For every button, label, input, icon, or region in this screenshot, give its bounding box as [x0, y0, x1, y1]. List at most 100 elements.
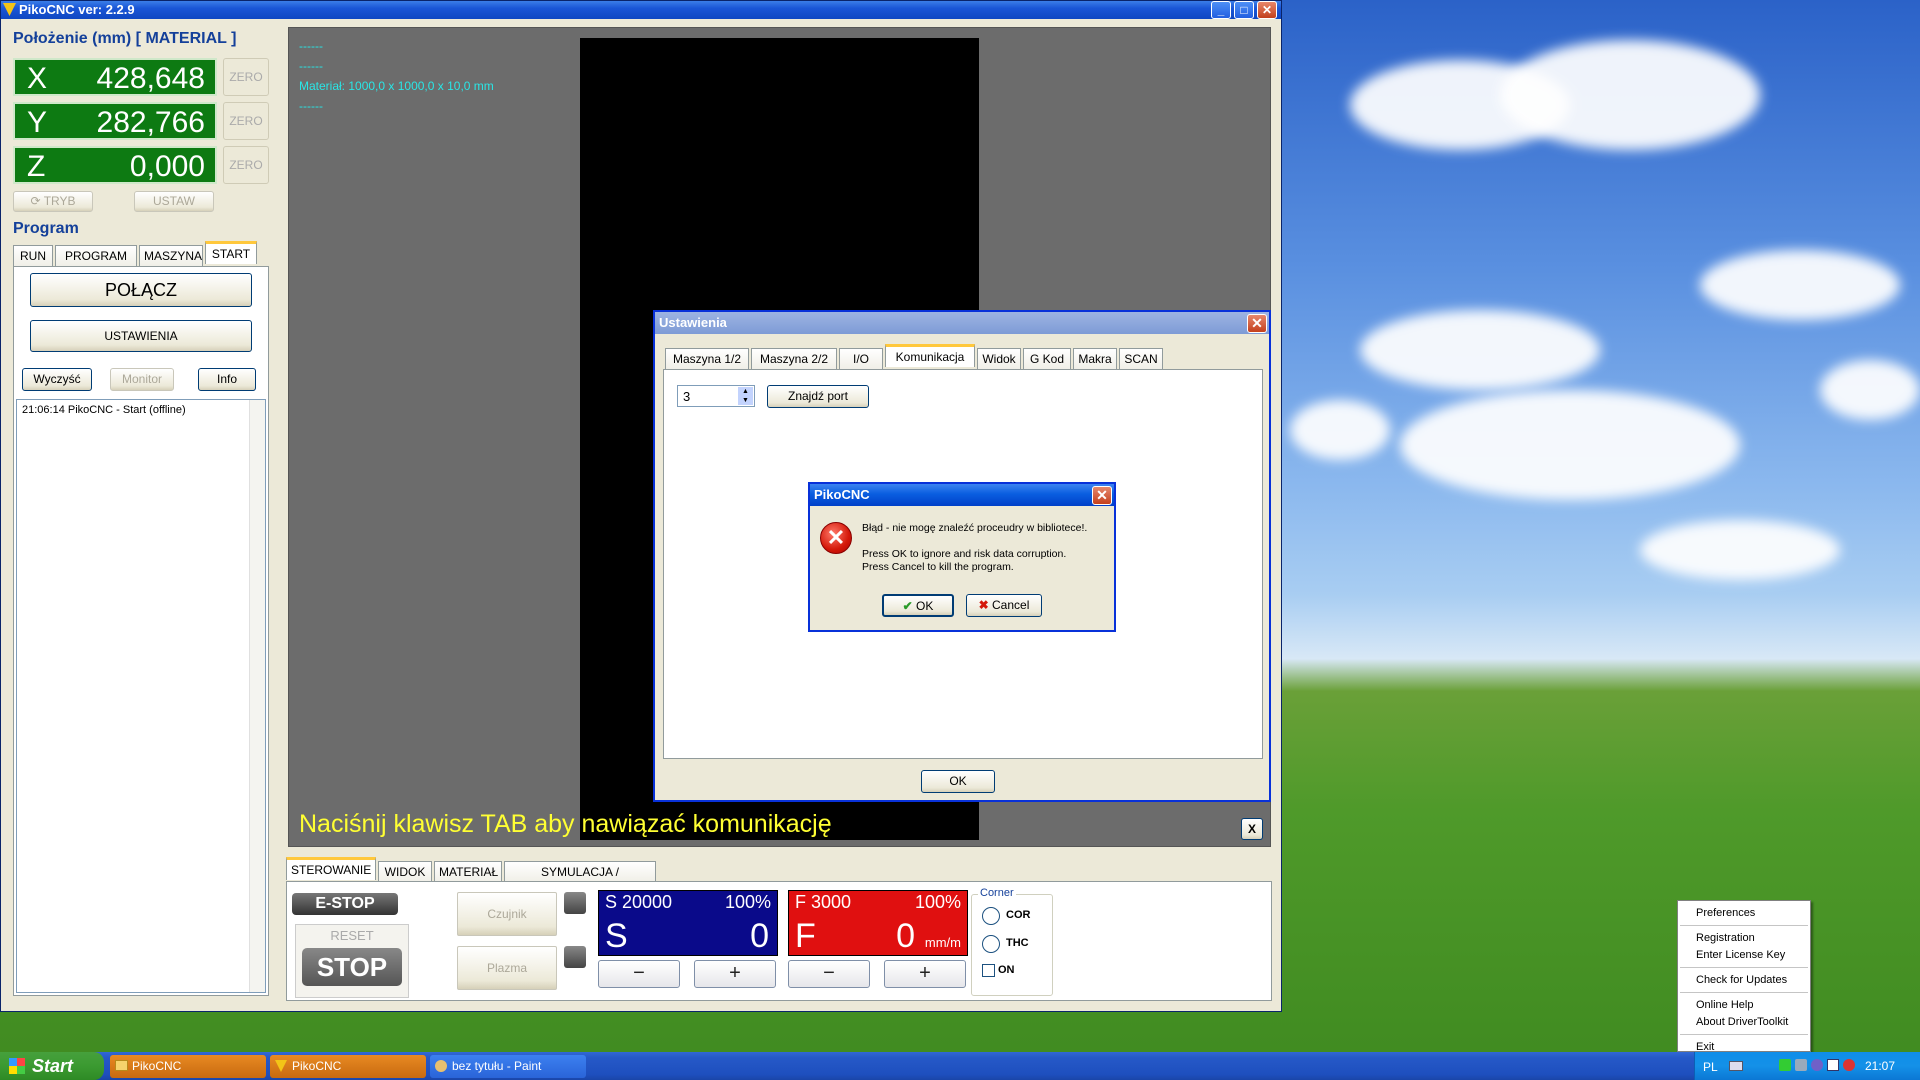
tab-maszyna-1[interactable]: Maszyna 1/2 — [665, 348, 749, 369]
canvas-close-button[interactable]: X — [1241, 818, 1263, 840]
on-checkbox[interactable] — [982, 964, 995, 977]
tab-scan[interactable]: SCAN — [1119, 348, 1163, 369]
find-port-button[interactable]: Znajdź port — [767, 385, 869, 408]
tab-run[interactable]: RUN — [13, 245, 53, 266]
settings-button[interactable]: USTAWIENIA — [30, 320, 252, 352]
feed-setting: F 3000 — [795, 892, 852, 912]
tab-makra[interactable]: Makra — [1073, 348, 1117, 369]
feed-value: 0 — [896, 917, 915, 955]
tab-maszyna[interactable]: MASZYNA — [139, 245, 203, 266]
settings-ok-button[interactable]: OK — [921, 770, 995, 793]
menu-item-online-help[interactable]: Online Help — [1696, 999, 1753, 1011]
spindle-plus-button[interactable]: + — [694, 960, 776, 988]
taskbar-label: PikoCNC — [132, 1059, 182, 1073]
tab-sterowanie[interactable]: STEROWANIE — [286, 857, 376, 880]
tab-widok[interactable]: WIDOK — [378, 861, 432, 882]
plasma-button[interactable]: Plazma — [457, 946, 557, 990]
display-icon[interactable] — [1827, 1059, 1839, 1071]
tab-maszyna-2[interactable]: Maszyna 2/2 — [751, 348, 837, 369]
app-icon — [3, 3, 16, 16]
start-button[interactable]: Start — [0, 1052, 104, 1080]
stop-button[interactable]: STOP — [302, 948, 402, 986]
feed-display: F 3000 100% F 0 mm/m — [788, 890, 968, 956]
network-icon[interactable] — [1779, 1059, 1791, 1071]
thc-label: THC — [1006, 937, 1029, 949]
axis-label-y: Y — [27, 106, 48, 139]
info-button[interactable]: Info — [198, 368, 256, 391]
tab-io[interactable]: I/O — [839, 348, 883, 369]
position-title: Położenie (mm) [ MATERIAL ] — [13, 30, 237, 47]
settings-close-button[interactable]: ✕ — [1247, 314, 1267, 333]
error-cancel-button[interactable]: ✖ Cancel — [966, 594, 1042, 617]
tray-context-menu: Preferences Registration Enter License K… — [1677, 900, 1811, 1053]
settings-titlebar[interactable]: Ustawienia ✕ — [655, 312, 1269, 334]
window-title: PikoCNC ver: 2.2.9 — [19, 2, 135, 17]
menu-item-license[interactable]: Enter License Key — [1696, 949, 1785, 961]
taskbar-item-pikocnc-1[interactable]: PikoCNC — [110, 1055, 266, 1078]
error-ok-button[interactable]: ✔ OK — [882, 594, 954, 617]
connect-button[interactable]: POŁĄCZ — [30, 273, 252, 307]
zero-x-button[interactable]: ZERO — [223, 58, 269, 96]
zero-y-button[interactable]: ZERO — [223, 102, 269, 140]
minimize-button[interactable]: _ — [1211, 1, 1231, 19]
feed-minus-button[interactable]: − — [788, 960, 870, 988]
probe-button[interactable]: Czujnik — [457, 892, 557, 936]
estop-button[interactable]: E-STOP — [292, 893, 398, 915]
menu-item-about[interactable]: About DriverToolkit — [1696, 1016, 1788, 1028]
spinner-up-icon[interactable]: ▲ — [738, 387, 753, 396]
spindle-minus-button[interactable]: − — [598, 960, 680, 988]
tab-gkod[interactable]: G Kod — [1023, 348, 1071, 369]
axis-value-z: 0,000 — [129, 150, 205, 183]
refresh-icon: ⟳ — [30, 194, 44, 208]
maximize-button[interactable]: □ — [1234, 1, 1254, 19]
error-dialog: PikoCNC ✕ ✕ Błąd - nie mogę znaleźć proc… — [808, 482, 1116, 632]
pikocnc-icon — [275, 1060, 287, 1072]
menu-item-preferences[interactable]: Preferences — [1696, 907, 1755, 919]
close-button[interactable]: ✕ — [1257, 1, 1277, 19]
spindle-percent: 100% — [724, 892, 771, 912]
log-scrollbar[interactable] — [249, 400, 265, 992]
error-close-button[interactable]: ✕ — [1092, 486, 1112, 505]
axis-label-x: X — [27, 62, 48, 95]
material-info: ------ ------ Materiał: 1000,0 x 1000,0 … — [299, 36, 494, 116]
cor-radio[interactable] — [982, 907, 1000, 925]
error-titlebar[interactable]: PikoCNC ✕ — [810, 484, 1114, 506]
menu-item-registration[interactable]: Registration — [1696, 932, 1755, 944]
taskbar-label: PikoCNC — [292, 1059, 342, 1073]
tab-program[interactable]: PROGRAM — [55, 245, 137, 266]
taskbar-item-pikocnc-2[interactable]: PikoCNC — [270, 1055, 426, 1078]
clear-button[interactable]: Wyczyść — [22, 368, 92, 391]
reset-stop-box: RESET STOP — [295, 924, 409, 998]
tool-icon[interactable] — [1795, 1059, 1807, 1071]
error-line-2: Press OK to ignore and risk data corrupt… — [862, 548, 1067, 560]
dro-y: Y 282,766 — [13, 102, 217, 140]
tab-material[interactable]: MATERIAŁ — [434, 861, 502, 882]
shield-icon[interactable] — [1811, 1059, 1823, 1071]
tab-start[interactable]: START — [205, 241, 257, 264]
menu-item-updates[interactable]: Check for Updates — [1696, 974, 1787, 986]
tab-widok-settings[interactable]: Widok — [977, 348, 1021, 369]
ustaw-button[interactable]: USTAW — [134, 191, 214, 212]
check-icon: ✔ — [902, 599, 917, 613]
feed-plus-button[interactable]: + — [884, 960, 966, 988]
start-label: Start — [32, 1056, 74, 1076]
tab-komunikacja[interactable]: Komunikacja — [885, 344, 975, 367]
window-titlebar[interactable]: PikoCNC ver: 2.2.9 _ □ ✕ — [1, 1, 1281, 19]
taskbar-item-paint[interactable]: bez tytułu - Paint — [430, 1055, 586, 1078]
clock: 21:07 — [1865, 1059, 1896, 1073]
keyboard-icon[interactable] — [1729, 1061, 1743, 1071]
tryb-button[interactable]: ⟳ TRYB — [13, 191, 93, 212]
thc-radio[interactable] — [982, 935, 1000, 953]
zero-z-button[interactable]: ZERO — [223, 146, 269, 184]
spinner-down-icon[interactable]: ▼ — [738, 396, 753, 405]
tab-symulacja[interactable]: SYMULACJA / NARZĘDZIA — [504, 861, 656, 899]
settings-title: Ustawienia — [659, 315, 727, 330]
error-title: PikoCNC — [814, 487, 870, 502]
port-spinner[interactable]: 3 ▲ ▼ — [677, 385, 755, 407]
security-icon[interactable] — [1843, 1059, 1855, 1071]
port-value: 3 — [683, 389, 691, 404]
language-indicator[interactable]: PL — [1703, 1060, 1718, 1074]
info-line: ------ — [299, 99, 323, 113]
monitor-button[interactable]: Monitor — [110, 368, 174, 391]
log-list[interactable]: 21:06:14 PikoCNC - Start (offline) — [16, 399, 266, 993]
